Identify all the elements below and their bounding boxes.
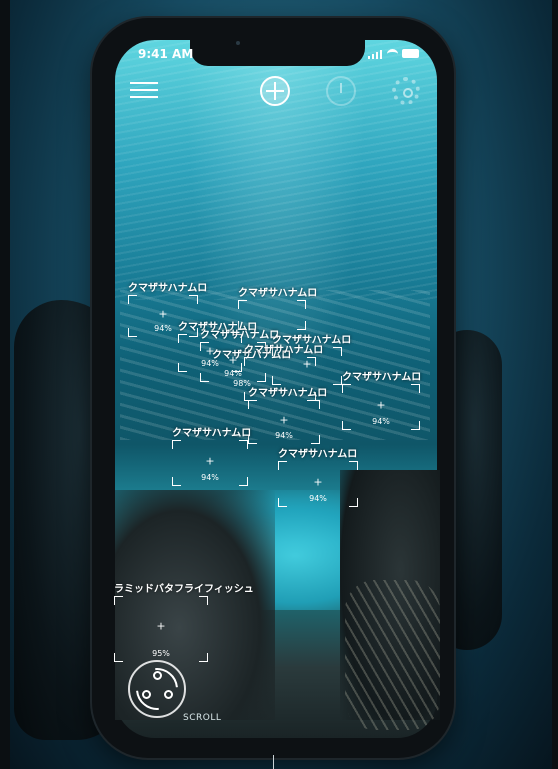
detection-confidence: 94% (201, 473, 219, 482)
scroll-dot (153, 671, 162, 680)
detection-box[interactable]: ラミッドバタフライフィッシュ + 95% (114, 584, 254, 662)
signal-icon (368, 50, 382, 59)
detection-confidence: 94% (154, 324, 172, 333)
detection-label: クマザサハナムロ (278, 449, 358, 460)
crosshair-target-icon[interactable] (260, 76, 290, 106)
detection-label: クマザサハナムロ (238, 288, 318, 299)
detection-box[interactable]: クマザサハナムロ + 94% (278, 449, 358, 507)
detection-confidence: 94% (275, 431, 293, 440)
scroll-dot (142, 690, 151, 699)
crosshair-icon: + (156, 619, 166, 633)
crosshair-icon: + (279, 413, 289, 427)
hamburger-menu-icon[interactable] (130, 80, 158, 100)
detection-label: クマザサハナムロ (172, 428, 252, 439)
detection-confidence: 94% (372, 417, 390, 426)
home-indicator (273, 755, 274, 769)
detection-label: ラミッドバタフライフィッシュ (114, 584, 254, 595)
crosshair-icon: + (313, 475, 323, 489)
detection-box[interactable]: クマザサハナムロ + 94% (248, 388, 327, 444)
scroll-dot (164, 690, 173, 699)
battery-icon (402, 49, 419, 58)
detection-box[interactable]: クマザサハナムロ + 94% (342, 372, 421, 430)
detection-label: クマザサハナムロ (200, 330, 280, 341)
crosshair-icon: + (376, 398, 386, 412)
crosshair-icon: + (158, 307, 168, 321)
wifi-icon (387, 49, 398, 59)
detection-label: クマザサハナムロ (128, 283, 208, 294)
phone-notch (190, 40, 365, 66)
rotate-scroll-icon[interactable] (127, 659, 187, 719)
front-camera (236, 41, 240, 45)
detection-confidence: 95% (152, 649, 170, 658)
gear-icon[interactable] (392, 77, 420, 105)
status-icons (368, 49, 420, 59)
status-time: 9:41 AM (138, 47, 194, 61)
detection-label: クマザサハナムロ (244, 345, 324, 356)
detection-label: クマザサハナムロ (248, 388, 328, 399)
history-clock-icon[interactable] (326, 76, 356, 106)
crosshair-icon: + (205, 454, 215, 468)
detection-label: クマザサハナムロ (342, 372, 422, 383)
detection-confidence: 94% (309, 494, 327, 503)
branch-coral (345, 580, 440, 730)
detection-box[interactable]: クマザサハナムロ + 94% (172, 428, 251, 486)
scroll-label: SCROLL (183, 713, 222, 723)
